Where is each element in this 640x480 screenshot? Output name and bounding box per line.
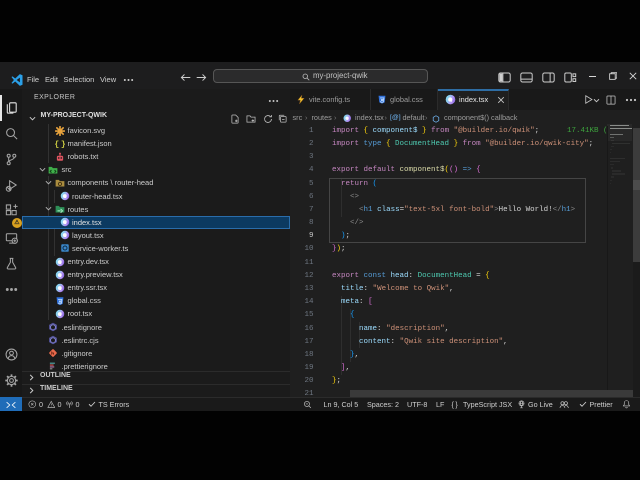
svg-text:{ }: { } <box>55 140 65 149</box>
